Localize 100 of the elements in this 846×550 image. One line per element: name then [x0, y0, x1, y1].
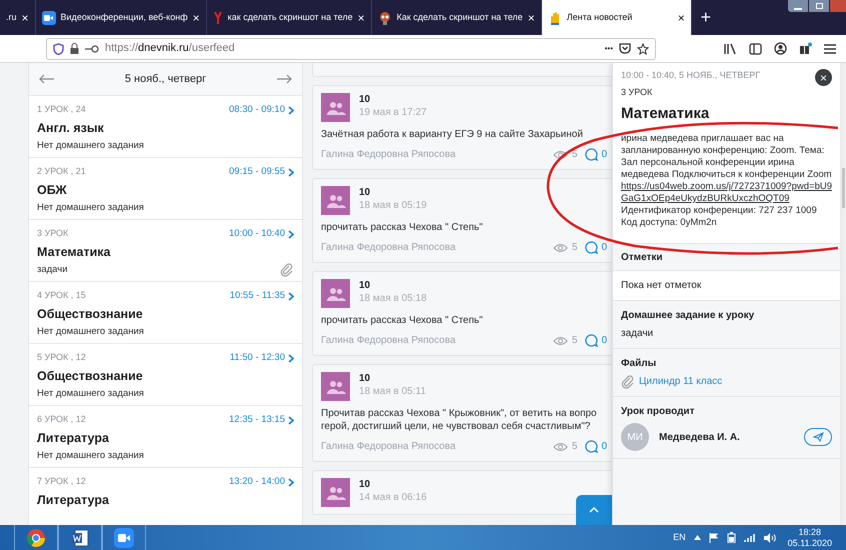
lesson-time: 12:35 - 13:15	[229, 413, 285, 427]
mascot-icon	[378, 10, 392, 24]
people-icon	[326, 100, 346, 114]
comments-count: 0	[601, 241, 607, 255]
lesson-number: 7 УРОК , 12	[37, 475, 86, 488]
post-date: 14 мая в 06:16	[359, 491, 427, 504]
close-button[interactable]: ×	[815, 69, 832, 86]
close-icon[interactable]: ×	[192, 8, 200, 26]
post-date: 18 мая в 05:19	[359, 199, 427, 212]
star-icon[interactable]	[637, 42, 649, 54]
homework-text: задачи	[621, 327, 654, 341]
teacher-avatar: МИ	[621, 423, 649, 451]
group-name: 10	[359, 93, 372, 106]
menu-icon[interactable]	[824, 44, 836, 54]
post-date: 18 мая в 05:18	[359, 292, 427, 305]
people-icon	[326, 380, 346, 394]
people-icon	[326, 194, 346, 208]
views-count: 5	[572, 440, 578, 454]
arrow-left-icon[interactable]	[39, 74, 55, 84]
close-icon[interactable]: ×	[528, 8, 535, 26]
homework-text: Нет домашнего задания	[37, 387, 144, 402]
close-icon[interactable]: ×	[678, 8, 685, 26]
lesson-when: 10:00 - 10:40, 5 НОЯБ., ЧЕТВЕРГ	[621, 69, 760, 82]
lesson-time: 10:00 - 10:40	[229, 227, 285, 241]
shield-icon	[53, 42, 64, 54]
lesson-time: 13:20 - 14:00	[229, 475, 285, 489]
comment-icon[interactable]	[585, 241, 598, 254]
address-bar[interactable]: https://dnevnik.ru/userfeed •••	[46, 38, 656, 60]
chevron-right-icon	[288, 292, 294, 301]
message-button[interactable]	[804, 428, 832, 446]
scrollbar[interactable]	[840, 63, 846, 525]
lesson-number: 3 УРОК	[37, 227, 68, 240]
lesson-number: 5 УРОК , 12	[37, 351, 86, 364]
comment-icon[interactable]	[585, 334, 598, 347]
paperclip-icon	[621, 374, 635, 388]
post-text: Прочитав рассказ Чехова " Крыжовник", от ветить на вопро герой, достигший цели, не чувствовал себя счастливым"?	[321, 407, 598, 433]
section-title: Файлы	[621, 357, 658, 371]
clock-time: 18:28	[798, 526, 822, 538]
post-text: прочитать рассказ Чехова " Степь"	[321, 221, 484, 234]
camera-icon[interactable]	[114, 528, 134, 548]
language-indicator[interactable]: EN	[673, 530, 686, 544]
document-icon[interactable]	[70, 528, 90, 548]
tab-title: Видеоконференции, веб-конф	[60, 10, 188, 24]
eye-icon	[552, 336, 568, 346]
post-date: 18 мая в 05:11	[359, 385, 426, 398]
library-icon[interactable]	[724, 42, 737, 54]
lesson-number: 2 УРОК , 21	[37, 165, 86, 178]
camera-icon	[42, 10, 56, 24]
arrow-right-icon[interactable]	[276, 74, 292, 84]
post-date: 19 мая в 17:27	[359, 106, 427, 119]
tab-title: .ru	[6, 10, 17, 24]
marks-text: Пока нет отметок	[621, 279, 702, 293]
chevron-up-icon	[589, 507, 599, 513]
pocket-icon[interactable]	[619, 43, 631, 54]
restore-button[interactable]	[809, 0, 829, 12]
group-name: 10	[359, 372, 372, 385]
description-text: Идентификатор конференции: 727 237 1009 Код доступа: 0yMm2n	[621, 205, 817, 228]
lesson-subject: Обществознание	[37, 306, 144, 322]
comment-icon[interactable]	[585, 148, 598, 161]
lesson-time: 11:50 - 12:30	[230, 351, 285, 365]
minimize-button[interactable]	[788, 0, 808, 12]
clock[interactable]: 18:28 05.11.2020	[788, 526, 832, 548]
account-icon[interactable]	[774, 42, 787, 55]
chrome-icon[interactable]	[26, 528, 46, 548]
new-tab-button[interactable]: +	[692, 0, 720, 35]
schedule-date: 5 нояб., четверг	[124, 72, 206, 87]
comments-count: 0	[601, 148, 607, 162]
homework-text: Нет домашнего задания	[37, 449, 144, 464]
letter-icon	[212, 10, 223, 24]
people-icon	[326, 286, 346, 300]
close-icon[interactable]: ×	[358, 8, 365, 26]
comments-count: 0	[601, 334, 607, 348]
chevron-right-icon	[288, 168, 294, 177]
close-icon[interactable]: ×	[22, 8, 29, 26]
eye-icon	[552, 442, 568, 452]
lesson-subject: ОБЖ	[37, 182, 68, 198]
lesson-number: 4 УРОК , 15	[37, 289, 86, 302]
scroll-top-button[interactable]	[576, 495, 612, 525]
browser-tab[interactable]: Лента новостей ×	[542, 0, 692, 35]
battery-icon[interactable]	[726, 532, 736, 543]
lesson-time: 10:55 - 11:35	[230, 289, 285, 303]
meeting-link[interactable]: https://us04web.zoom.us/j/7272371009?pwd=bU9GaG1xOEp4eUkydzBURkUxczhOQT09	[621, 181, 833, 205]
chevron-right-icon	[288, 354, 294, 363]
group-name: 10	[359, 186, 372, 199]
more-dots[interactable]: •••	[604, 42, 613, 54]
speaker-icon[interactable]	[764, 532, 776, 542]
caret-up-icon[interactable]	[694, 535, 701, 540]
eye-icon	[552, 150, 568, 160]
flag-icon[interactable]	[708, 532, 719, 542]
signal-icon[interactable]	[744, 533, 756, 542]
sidebar-icon[interactable]	[749, 42, 762, 54]
eye-icon	[552, 242, 568, 252]
chevron-right-icon	[288, 230, 294, 239]
comment-icon[interactable]	[585, 440, 598, 453]
people-icon	[326, 486, 346, 500]
lesson-time: 09:15 - 09:55	[229, 165, 285, 179]
homework-text: Нет домашнего задания	[37, 139, 144, 154]
lesson-subject: Обществознание	[37, 368, 144, 384]
section-title: Отметки	[621, 250, 663, 264]
gift-icon[interactable]	[799, 42, 812, 55]
